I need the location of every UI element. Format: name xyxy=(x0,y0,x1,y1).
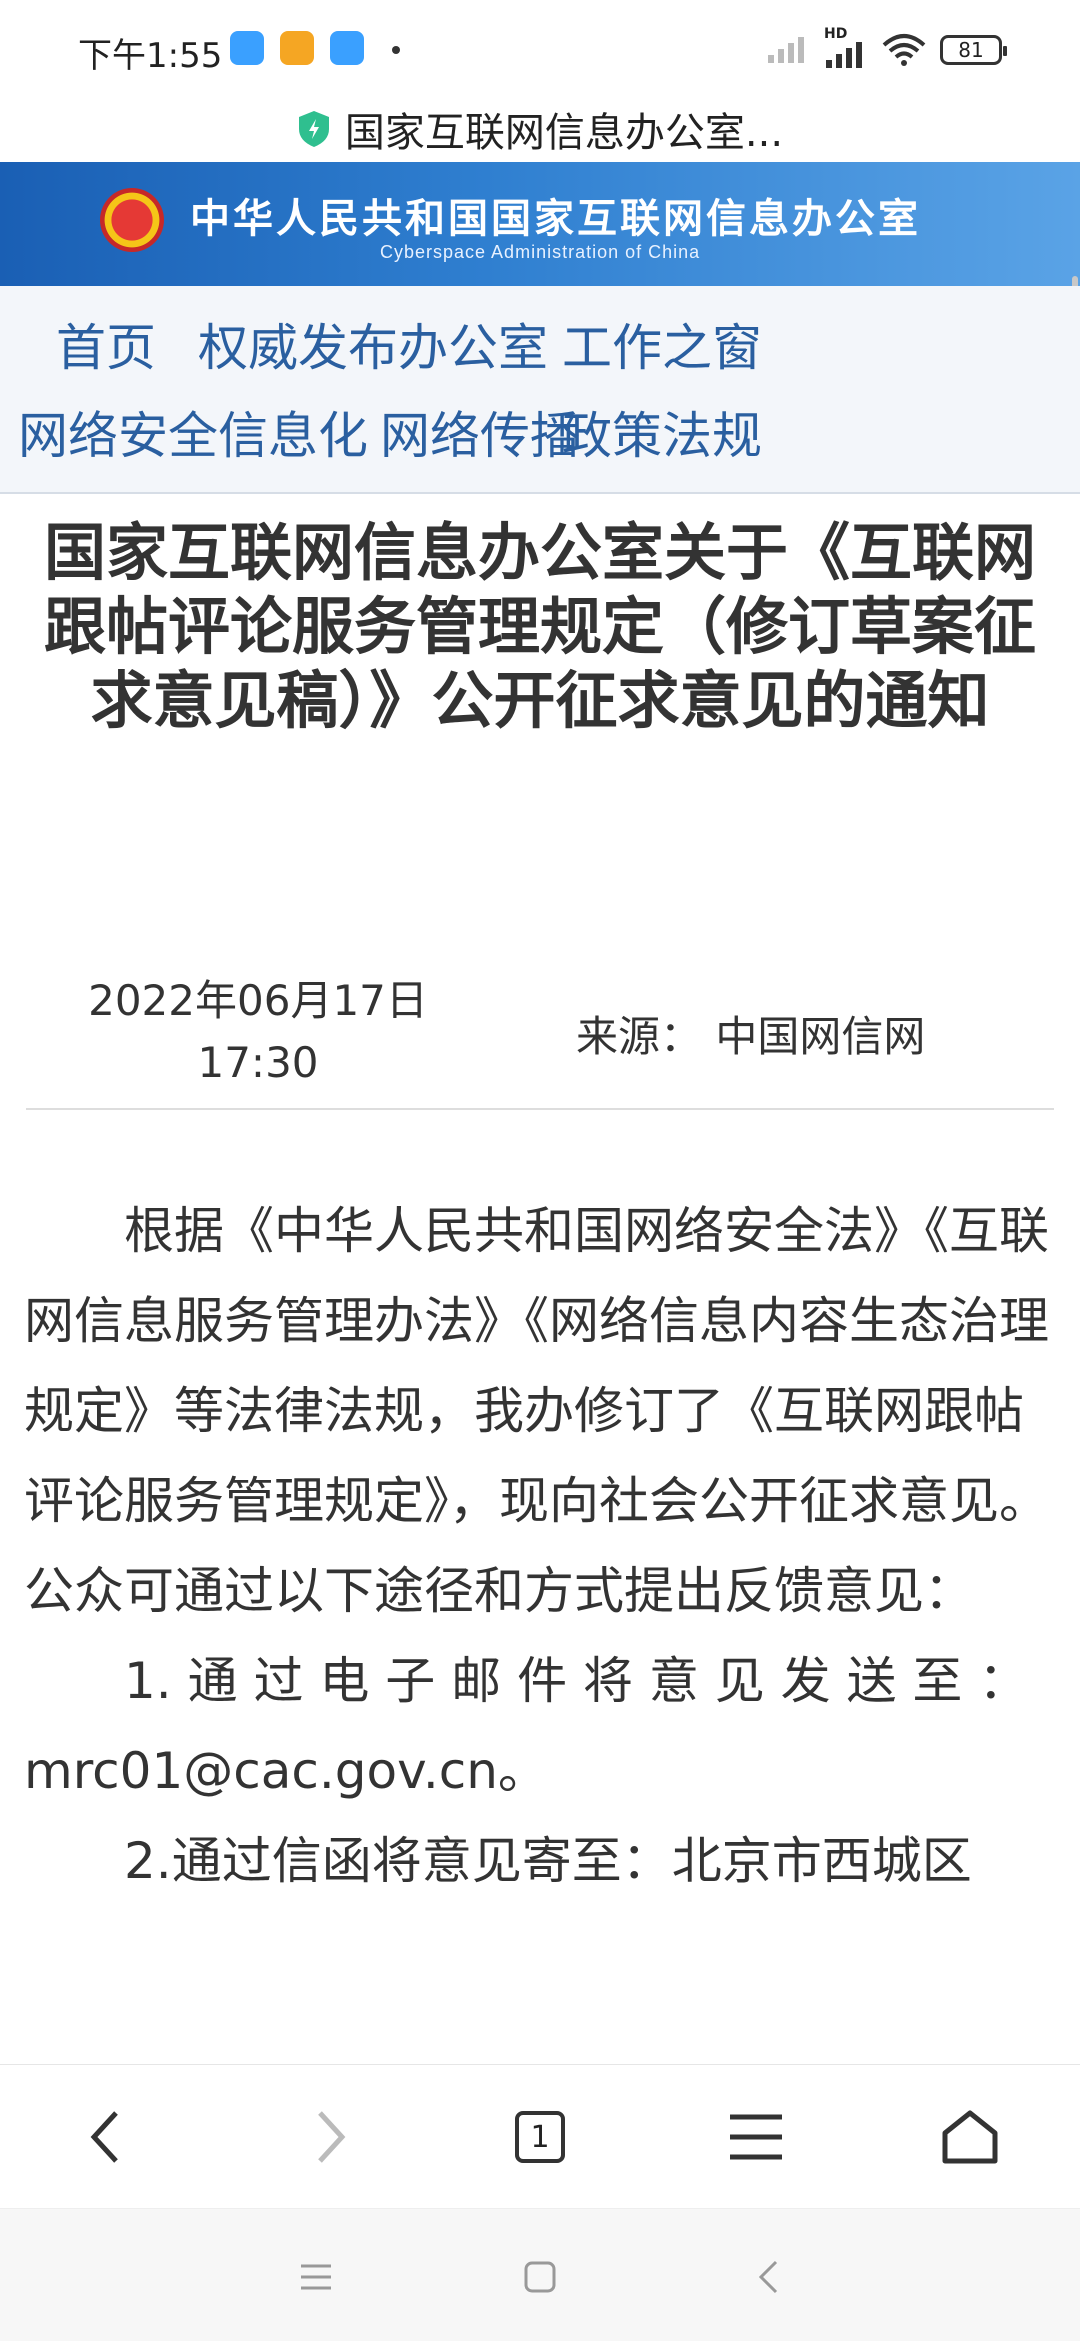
home-icon xyxy=(942,2110,998,2164)
signal-hd-icon: HD xyxy=(824,26,868,68)
nav-item-work-window[interactable]: 工作之窗 xyxy=(562,308,762,380)
site-nav: 首页 权威发布 办公室 工作之窗 网络安全 信息化 网络传播 政策法规 xyxy=(0,286,1080,494)
nav-item-cybersecurity[interactable]: 网络安全 xyxy=(18,396,218,468)
status-bar: 下午1:55 HD 81 xyxy=(0,0,1080,96)
system-back-button[interactable] xyxy=(748,2257,788,2297)
battery-level: 81 xyxy=(958,38,984,62)
home-button[interactable] xyxy=(940,2107,1000,2167)
nav-item-network-communication[interactable]: 网络传播 xyxy=(380,396,580,468)
article-date: 2022年06月17日 xyxy=(88,976,428,1025)
nav-item-policies-regulations[interactable]: 政策法规 xyxy=(562,396,762,468)
paragraph-1: 根据《中华人民共和国网络安全法》《互联网信息服务管理办法》《网络信息内容生态治理… xyxy=(24,1202,1049,1620)
forward-button[interactable] xyxy=(300,2107,360,2167)
more-notifications-dot xyxy=(392,46,400,54)
nav-item-home[interactable]: 首页 xyxy=(56,308,156,380)
browser-toolbar: 1 xyxy=(0,2064,1080,2209)
tab-count-icon: 1 xyxy=(515,2111,565,2163)
system-navigation-bar xyxy=(0,2208,1080,2341)
menu-button[interactable] xyxy=(726,2107,786,2167)
shield-icon xyxy=(298,111,329,147)
app-notification-icon-2 xyxy=(280,31,314,65)
system-back-icon xyxy=(758,2260,778,2294)
article-body: 根据《中华人民共和国网络安全法》《互联网信息服务管理办法》《网络信息内容生态治理… xyxy=(24,1186,1060,1906)
site-subtitle: Cyberspace Administration of China xyxy=(380,242,701,262)
recent-apps-icon xyxy=(301,2264,331,2290)
divider xyxy=(26,1108,1054,1110)
forward-arrow-icon xyxy=(318,2111,346,2163)
url-bar[interactable]: 国家互联网信息办公室... xyxy=(0,96,1080,162)
page-title-url[interactable]: 国家互联网信息办公室... xyxy=(345,100,783,158)
signal-weak-icon xyxy=(768,37,804,63)
menu-icon xyxy=(730,2114,782,2160)
nav-item-informatization[interactable]: 信息化 xyxy=(218,396,368,468)
article-time: 17:30 xyxy=(197,1038,319,1087)
system-home-button[interactable] xyxy=(520,2257,560,2297)
back-arrow-icon xyxy=(90,2111,118,2163)
wifi-icon xyxy=(882,34,926,66)
app-notification-icon-3 xyxy=(330,31,364,65)
article-source: 来源： 中国网信网 xyxy=(576,1012,926,1061)
recent-apps-button[interactable] xyxy=(296,2257,336,2297)
article-datetime: 2022年06月17日 17:30 xyxy=(78,970,438,1094)
tab-count: 1 xyxy=(530,2119,550,2155)
battery-icon: 81 xyxy=(940,35,1007,65)
site-title: 中华人民共和国国家互联网信息办公室 xyxy=(190,195,921,242)
status-time: 下午1:55 xyxy=(78,36,223,76)
nav-item-office[interactable]: 办公室 xyxy=(398,308,548,380)
paragraph-2: 1. 通 过 电 子 邮 件 将 意 见 发 送 至 ：mrc01@cac.go… xyxy=(24,1652,1029,1800)
national-emblem-icon xyxy=(100,188,164,252)
back-button[interactable] xyxy=(76,2107,136,2167)
tabs-button[interactable]: 1 xyxy=(510,2107,570,2167)
app-notification-icon-1 xyxy=(230,31,264,65)
square-home-icon xyxy=(524,2261,556,2293)
site-header-banner: 中华人民共和国国家互联网信息办公室 Cyberspace Administrat… xyxy=(0,162,1080,286)
paragraph-3: 2.通过信函将意见寄至：北京市西城区 xyxy=(124,1832,972,1890)
nav-item-authoritative-release[interactable]: 权威发布 xyxy=(198,308,398,380)
article-title: 国家互联网信息办公室关于《互联网跟帖评论服务管理规定（修订草案征求意见稿）》公开… xyxy=(43,516,1036,737)
